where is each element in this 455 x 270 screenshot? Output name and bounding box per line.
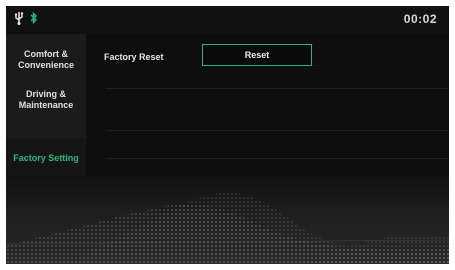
status-icons	[14, 11, 38, 25]
divider	[106, 130, 449, 131]
clock: 00:02	[403, 12, 437, 26]
sidebar-item-label: Comfort & Convenience	[17, 49, 75, 70]
sidebar-item-comfort-convenience[interactable]: Comfort & Convenience	[6, 40, 86, 80]
sidebar: Comfort & Convenience Driving & Maintena…	[6, 34, 86, 194]
factory-reset-label: Factory Reset	[104, 52, 164, 62]
divider	[106, 158, 449, 159]
sidebar-item-factory-setting[interactable]: Factory Setting	[6, 138, 86, 178]
sidebar-item-driving-maintenance[interactable]: Driving & Maintenance	[6, 80, 86, 120]
sidebar-item-label: Factory Setting	[13, 152, 79, 163]
decorative-wave-background	[6, 176, 449, 264]
dotted-wave-graphic	[6, 193, 449, 264]
head-unit-screen: 00:02 Comfort & Convenience Driving & Ma…	[6, 6, 449, 264]
status-bar: 00:02	[6, 6, 449, 35]
usb-icon	[14, 11, 24, 25]
sidebar-item-label: Driving & Maintenance	[18, 89, 74, 110]
settings-content: Factory Reset Reset	[86, 34, 449, 194]
reset-button[interactable]: Reset	[202, 44, 312, 66]
divider	[106, 88, 449, 89]
bluetooth-icon	[30, 11, 38, 25]
